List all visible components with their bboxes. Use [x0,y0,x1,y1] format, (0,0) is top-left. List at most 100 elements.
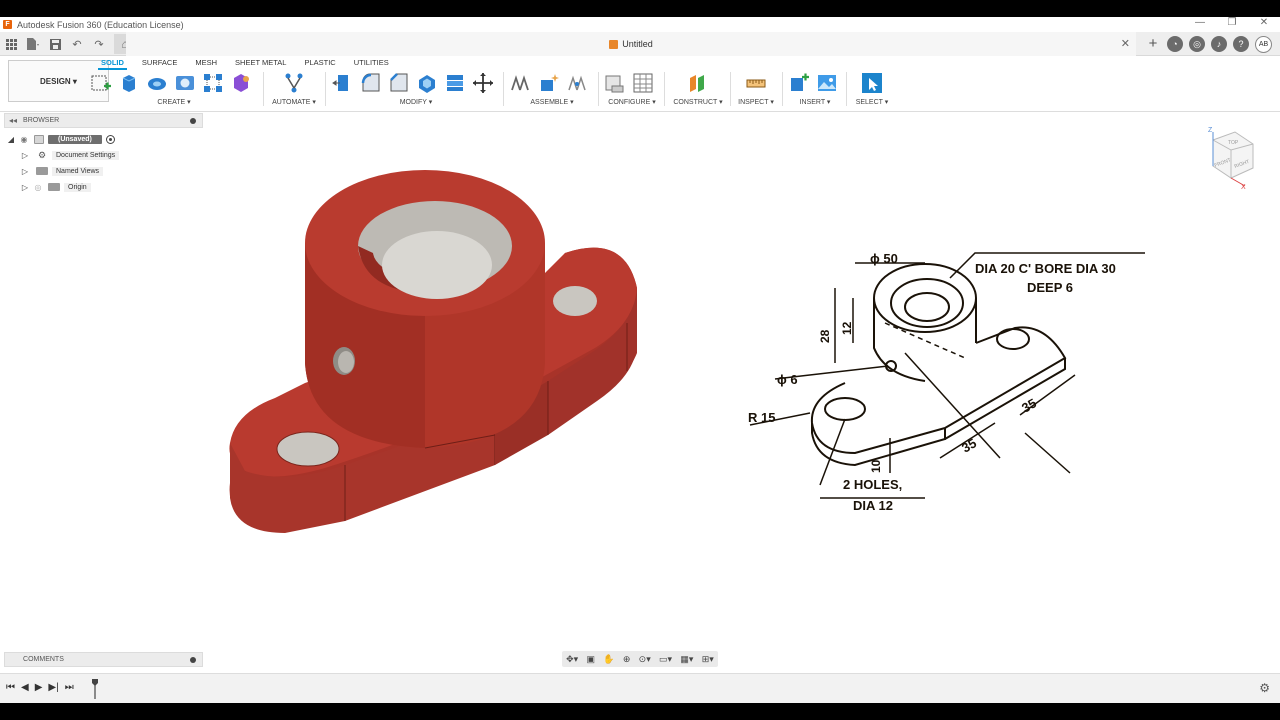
expand-arrow-icon[interactable]: ▷ [18,151,32,160]
measure-icon[interactable] [745,72,767,94]
insert-menu[interactable]: INSERT ▾ [788,98,842,106]
undo-icon[interactable]: ↶ [66,33,88,55]
pin-icon[interactable] [190,657,196,663]
select-icon[interactable] [861,72,883,94]
new-tab-icon[interactable]: + [1145,36,1161,52]
configure-icon[interactable] [604,72,626,94]
construct-menu[interactable]: CONSTRUCT ▾ [670,98,726,106]
minimize-button[interactable]: — [1184,17,1216,28]
browser-header[interactable]: ◂◂ BROWSER [4,113,203,128]
hidden-eye-icon[interactable]: ◎ [32,183,44,192]
close-window-button[interactable]: ✕ [1248,17,1280,28]
fit-icon[interactable]: ⊙▾ [639,654,651,665]
insert-derive-icon[interactable] [788,72,810,94]
browser-item-named-views[interactable]: ▷ Named Views [4,163,203,179]
play-icon[interactable]: ▶ [35,682,43,693]
go-to-start-icon[interactable]: ⏮ [6,682,15,693]
document-tab[interactable]: Untitled ✕ [126,32,1136,56]
timeline-settings-icon[interactable]: ⚙ [1259,681,1270,695]
insert-canvas-icon[interactable] [816,72,838,94]
go-to-end-icon[interactable]: ⏭ [65,682,74,693]
tab-mesh[interactable]: MESH [186,56,226,69]
step-back-icon[interactable]: ◀ [21,682,29,693]
hole-icon[interactable] [174,72,196,94]
design-canvas[interactable]: ϕ 50 DIA 20 C' BORE DIA 30 DEEP 6 28 12 … [205,113,1280,673]
chamfer-icon[interactable] [388,72,410,94]
configure-menu[interactable]: CONFIGURE ▾ [604,98,660,106]
display-settings-icon[interactable]: ▭▾ [659,654,672,665]
pattern-icon[interactable] [202,72,224,94]
create-menu[interactable]: CREATE ▾ [90,98,258,106]
notifications-icon[interactable]: ♪ [1211,36,1227,52]
timeline-marker-icon[interactable] [92,679,98,699]
grid-settings-icon[interactable]: ▦▾ [680,654,693,665]
fillet-icon[interactable] [360,72,382,94]
comments-header[interactable]: ◂◂ COMMENTS [4,652,203,667]
expand-arrow-icon[interactable]: ▷ [18,167,32,176]
offset-plane-icon[interactable] [687,72,709,94]
navigation-bar: ✥▾ ▣ ✋ ⊕ ⊙▾ ▭▾ ▦▾ ⊞▾ [562,651,718,667]
counterbore-note-line2: DEEP 6 [1027,280,1073,295]
user-avatar[interactable]: AB [1255,35,1272,53]
new-component-icon[interactable] [510,72,532,94]
look-at-icon[interactable]: ▣ [587,654,596,665]
app-grid-icon[interactable] [0,33,22,55]
modify-menu[interactable]: MODIFY ▾ [332,98,500,106]
axis-z-label: Z [1208,127,1213,134]
inspect-menu[interactable]: INSPECT ▾ [734,98,778,106]
redo-icon[interactable]: ↷ [88,33,110,55]
counterbore-note-line1: DIA 20 C' BORE DIA 30 [975,261,1116,276]
move-icon[interactable] [472,72,494,94]
browser-item-origin[interactable]: ▷ ◎ Origin [4,179,203,195]
pin-icon[interactable] [190,118,196,124]
collapse-arrow-icon[interactable]: ◢ [4,135,18,144]
tab-surface[interactable]: SURFACE [133,56,186,69]
orbit-icon[interactable]: ✥▾ [566,654,578,665]
combine-icon[interactable] [444,72,466,94]
form-icon[interactable] [230,72,252,94]
expand-arrow-icon[interactable]: ▷ [18,183,32,192]
face-top-label: TOP [1228,140,1239,146]
axis-x-label: X [1241,184,1246,191]
press-pull-icon[interactable] [332,72,354,94]
bearing-block-model[interactable] [229,170,638,533]
automate-icon[interactable] [283,72,305,94]
assemble-menu[interactable]: ASSEMBLE ▾ [510,98,594,106]
maximize-button[interactable]: ❐ [1216,17,1248,28]
extrude-icon[interactable] [118,72,140,94]
dim-10-label: 10 [869,459,883,473]
viewports-icon[interactable]: ⊞▾ [702,654,714,665]
tab-plastic[interactable]: PLASTIC [295,56,344,69]
zoom-icon[interactable]: ⊕ [623,654,631,665]
collapse-icon[interactable]: ◂◂ [9,116,17,125]
close-tab-button[interactable]: ✕ [1121,37,1130,50]
browser-root-row[interactable]: ◢ ◉ (Unsaved) [4,131,203,147]
help-icon[interactable]: ? [1233,36,1249,52]
extensions-icon[interactable]: ◔ [1167,36,1183,52]
job-status-icon[interactable]: ◎ [1189,36,1205,52]
view-cube[interactable]: Z X TOP FRONT RIGHT [1205,122,1260,192]
activate-radio-icon[interactable] [105,134,115,144]
joint-icon[interactable] [538,72,560,94]
configuration-table-icon[interactable] [632,72,654,94]
tab-solid[interactable]: SOLID [92,56,133,70]
tab-utilities[interactable]: UTILITIES [345,56,398,69]
visibility-eye-icon[interactable]: ◉ [18,135,30,144]
select-menu[interactable]: SELECT ▾ [852,98,892,106]
create-sketch-icon[interactable] [90,72,112,94]
save-icon[interactable] [44,33,66,55]
shell-icon[interactable] [416,72,438,94]
dim-dia6-label: ϕ 6 [777,372,798,387]
file-menu-icon[interactable] [22,33,44,55]
pan-icon[interactable]: ✋ [603,654,614,665]
step-forward-icon[interactable]: ▶| [48,682,58,693]
revolve-icon[interactable] [146,72,168,94]
timeline-controls: ⏮ ◀ ▶ ▶| ⏭ [6,682,74,693]
tab-sheet-metal[interactable]: SHEET METAL [226,56,295,69]
ribbon-divider [503,72,504,106]
ribbon-divider [664,72,665,106]
ribbon-divider [263,72,264,106]
automate-menu[interactable]: AUTOMATE ▾ [268,98,320,106]
browser-item-document-settings[interactable]: ▷ ⚙ Document Settings [4,147,203,163]
as-built-joint-icon[interactable] [566,72,588,94]
